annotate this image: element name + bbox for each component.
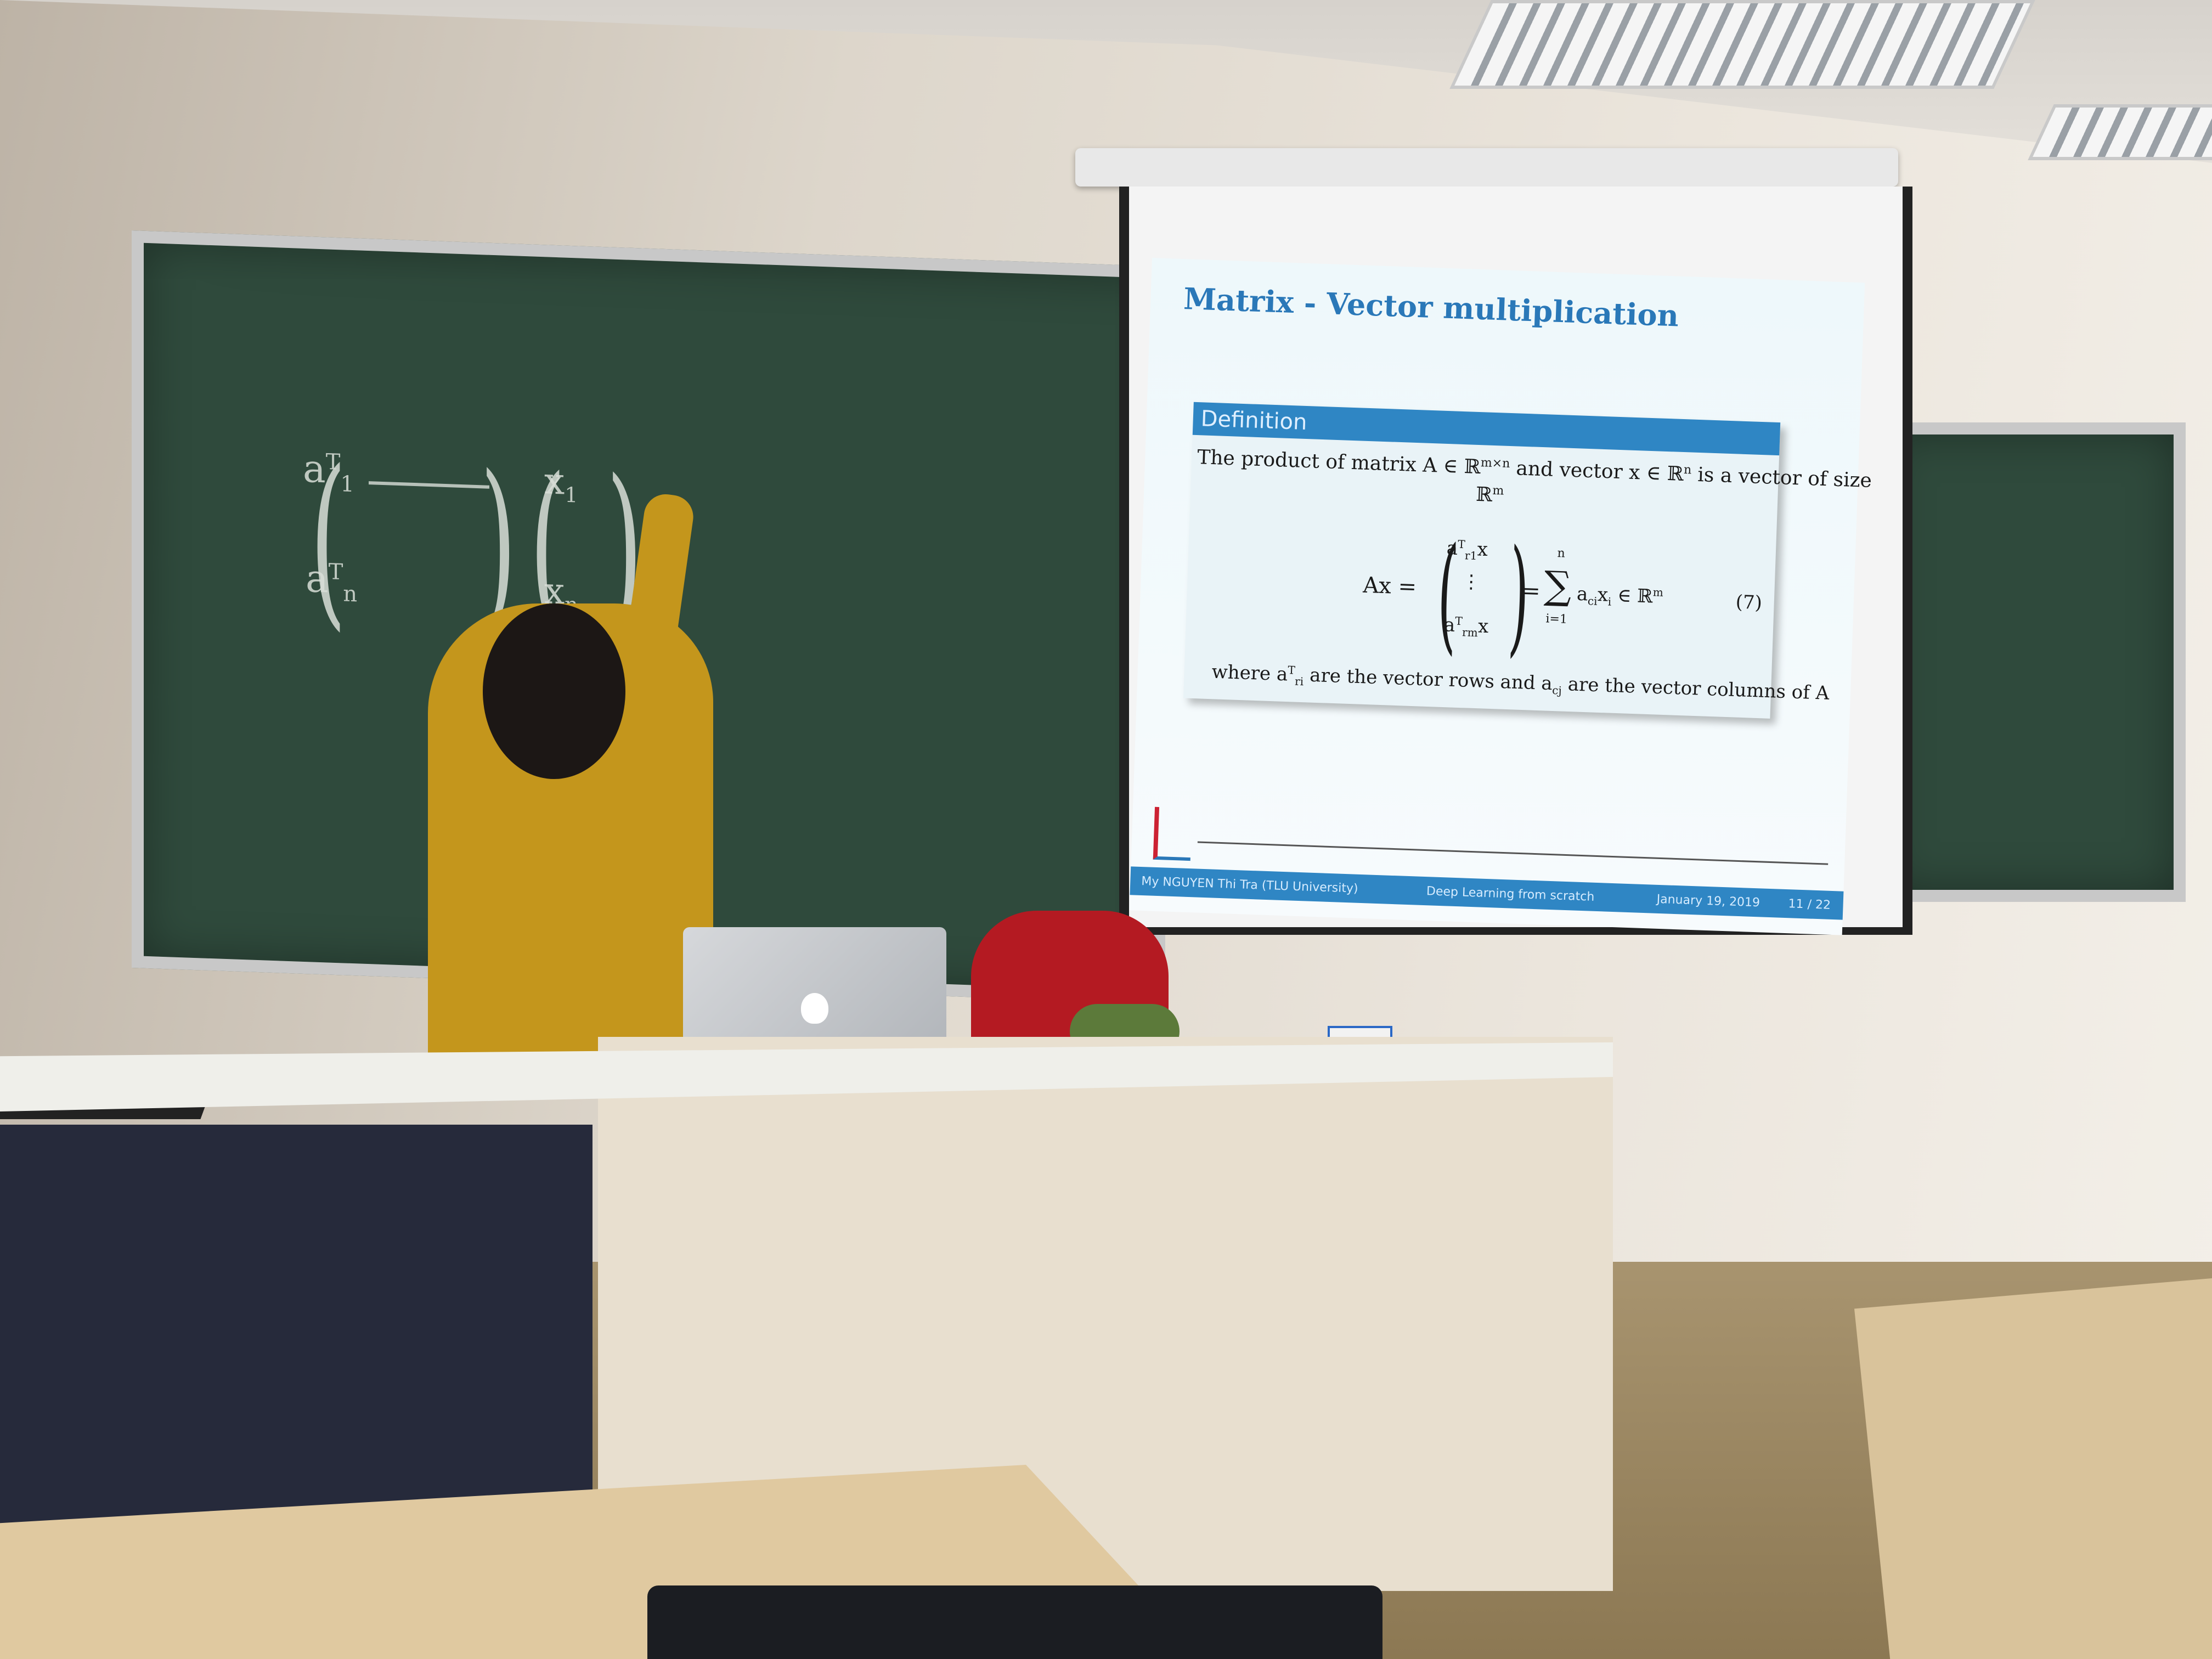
university-logo bbox=[1153, 806, 1193, 861]
definition-block: Definition The product of matrix A ∈ ℝm×… bbox=[1183, 402, 1872, 719]
chalk-vector-top: x1 bbox=[544, 460, 578, 507]
definition-text-line-2: ℝm bbox=[1475, 483, 1504, 506]
slide-title: Matrix - Vector multiplication bbox=[1183, 281, 1680, 334]
sum-upper-limit: n bbox=[1557, 546, 1566, 561]
projector-screen-housing bbox=[1075, 148, 1898, 187]
sum-lower-limit: i=1 bbox=[1545, 612, 1568, 627]
definition-header: Definition bbox=[1192, 402, 1781, 456]
vector-entry-bottom: aTrmx bbox=[1443, 614, 1489, 640]
vector-dots: ⋮ bbox=[1462, 571, 1481, 594]
footer-page: 11 / 22 bbox=[1788, 897, 1831, 912]
apple-logo-icon bbox=[801, 993, 828, 1024]
equation-lhs: Ax = bbox=[1362, 572, 1417, 600]
chalkboard-right bbox=[1876, 422, 2186, 902]
footer-author: My NGUYEN Thi Tra (TLU University) bbox=[1141, 874, 1358, 896]
chalk-matrix-row-1: aT1 bbox=[303, 445, 354, 498]
foreground-laptop bbox=[647, 1585, 1383, 1659]
ceiling-light bbox=[2028, 104, 2212, 160]
ceiling-light bbox=[1449, 0, 2035, 89]
student-desk-right bbox=[1854, 1278, 2212, 1659]
lecturer-hair bbox=[483, 603, 625, 779]
footer-date: January 19, 2019 bbox=[1656, 892, 1760, 910]
slide-footer: My NGUYEN Thi Tra (TLU University) Deep … bbox=[1130, 866, 1844, 920]
footer-course: Deep Learning from scratch bbox=[1426, 884, 1595, 904]
chalk-matrix-row-n: aTn bbox=[306, 556, 358, 607]
sum-symbol: ∑ bbox=[1543, 562, 1573, 609]
projected-slide: Matrix - Vector multiplication Definitio… bbox=[1129, 258, 1872, 935]
slide-divider bbox=[1197, 841, 1829, 865]
equation-rhs-term: acixi ∈ ℝm bbox=[1576, 583, 1664, 608]
equation-number: (7) bbox=[1735, 591, 1763, 614]
vector-entry-top: aTr1x bbox=[1446, 537, 1488, 563]
chalk-row-line bbox=[369, 481, 489, 489]
